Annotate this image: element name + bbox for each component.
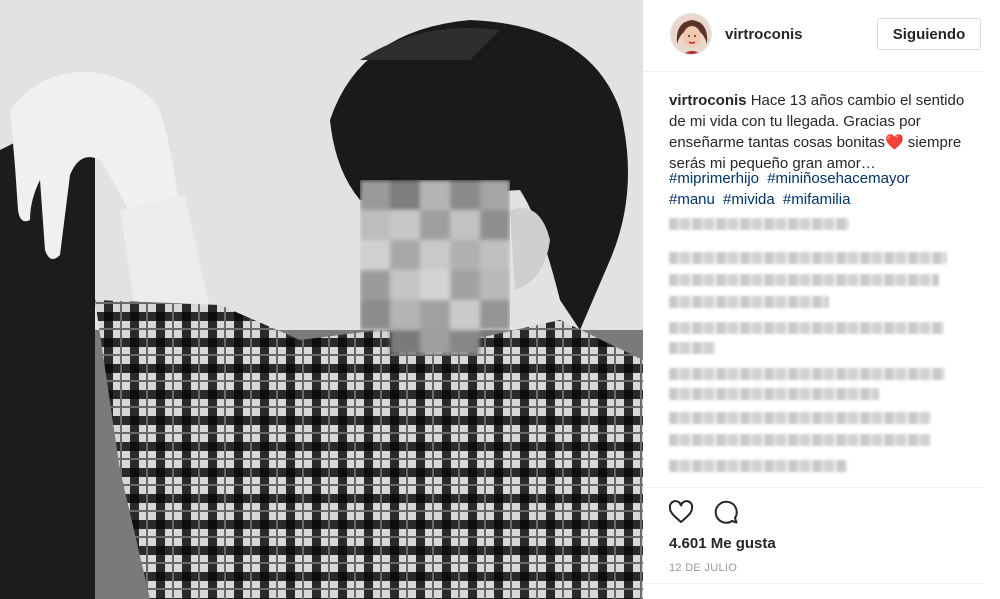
hashtag-link[interactable]: #manu	[669, 191, 715, 208]
divider	[643, 583, 983, 584]
blurred-comment-line	[669, 460, 847, 472]
blurred-comment-line	[669, 388, 879, 400]
blurred-comment-line	[669, 274, 939, 286]
post-header: virtroconis Siguiendo	[643, 0, 983, 72]
caption-username[interactable]: virtroconis	[669, 92, 747, 109]
post-caption: virtroconis Hace 13 años cambio el senti…	[669, 90, 969, 174]
comment-button[interactable]	[712, 498, 740, 526]
blurred-comment-line	[669, 368, 945, 380]
hashtag-link[interactable]: #miprimerhijo	[669, 170, 759, 187]
hashtag-link[interactable]: #miniñosehacemayor	[767, 170, 910, 187]
following-button[interactable]: Siguiendo	[877, 18, 981, 50]
blurred-comment-line	[669, 434, 931, 446]
hashtag-link[interactable]: #mivida	[723, 191, 775, 208]
hashtag-list: #miprimerhijo #miniñosehacemayor #manu #…	[669, 168, 969, 210]
photo-illustration	[0, 0, 643, 599]
post-date[interactable]: 12 DE JULIO	[669, 562, 737, 574]
avatar-image	[671, 14, 711, 54]
post-photo[interactable]	[0, 0, 643, 599]
heart-icon	[668, 500, 694, 523]
blurred-comment-line	[669, 296, 829, 308]
likes-count[interactable]: 4.601 Me gusta	[669, 535, 776, 552]
post-side-panel: virtroconis Siguiendo virtroconis Hace 1…	[643, 0, 1000, 599]
hashtag-link[interactable]: #mifamilia	[783, 191, 851, 208]
username-link[interactable]: virtroconis	[725, 26, 803, 43]
comment-icon	[714, 500, 738, 524]
avatar[interactable]	[670, 13, 712, 55]
blurred-comment-line	[669, 322, 944, 334]
blurred-comment-line	[669, 218, 849, 230]
like-button[interactable]	[667, 498, 695, 526]
blurred-comment-line	[669, 252, 947, 264]
divider	[643, 487, 983, 488]
blurred-comment-line	[669, 342, 715, 354]
blurred-comment-line	[669, 412, 931, 424]
